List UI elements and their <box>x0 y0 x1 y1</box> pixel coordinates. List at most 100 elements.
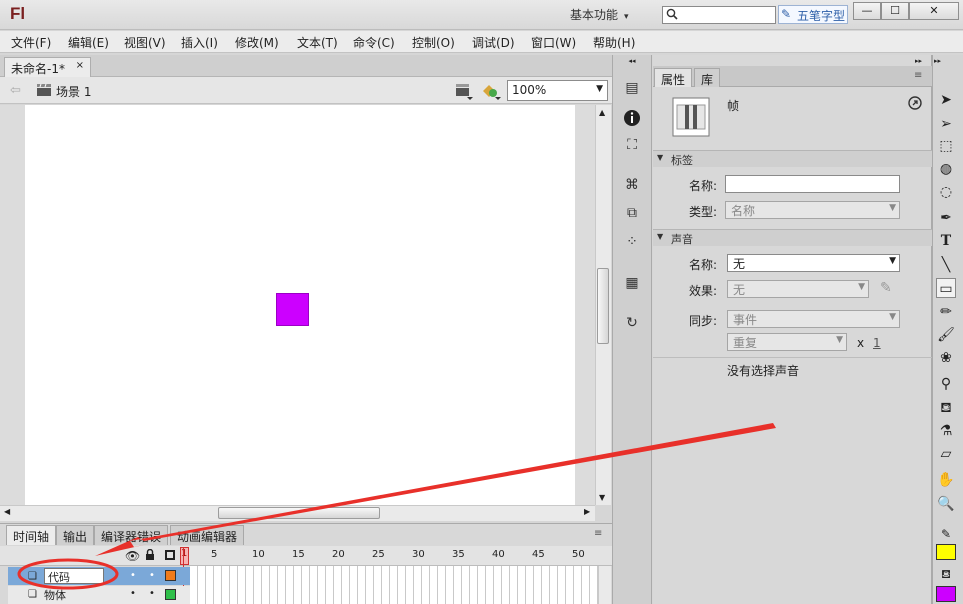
pencil-tool-icon[interactable]: ✏ <box>936 302 956 322</box>
code-snippets-icon[interactable]: ⌘ <box>622 177 642 197</box>
scene-label[interactable]: 场景 1 <box>56 83 91 100</box>
expand-icon[interactable]: ▸▸ <box>934 57 941 65</box>
lasso-tool-icon[interactable]: ◌ <box>936 182 956 202</box>
library-icon[interactable]: ▦ <box>622 275 642 295</box>
hand-tool-icon[interactable]: ✋ <box>936 470 956 490</box>
history-icon[interactable]: ↻ <box>622 315 642 335</box>
pen-tool-icon[interactable]: ✒ <box>936 208 956 228</box>
text-tool-icon[interactable]: T <box>936 231 956 251</box>
repeat-times-label: x <box>857 336 865 350</box>
repeat-count[interactable]: 1 <box>873 336 881 350</box>
layer-lock-dot[interactable]: • <box>149 570 155 581</box>
label-name-input[interactable] <box>725 175 900 193</box>
frame-number-10: 10 <box>252 549 265 560</box>
tab-library[interactable]: 库 <box>694 68 721 87</box>
section-label-header[interactable]: 标签 <box>653 150 932 167</box>
stroke-color-swatch[interactable] <box>936 544 956 560</box>
tab-timeline[interactable]: 时间轴 <box>6 525 57 545</box>
label-type-select[interactable]: 名称 ▼ <box>725 201 900 219</box>
align-icon[interactable]: ▤ <box>622 80 642 100</box>
selection-tool-icon[interactable]: ➤ <box>936 90 956 110</box>
menu-view[interactable]: 视图(V) <box>124 34 166 51</box>
timeline-header <box>0 546 612 566</box>
sound-name-select[interactable]: 无 ▼ <box>727 254 900 272</box>
paint-bucket-tool-icon[interactable]: ⛾ <box>936 398 956 418</box>
timeline-scrollbar[interactable] <box>598 566 611 604</box>
zoom-select[interactable]: 100% ▼ <box>507 80 608 101</box>
menu-control[interactable]: 控制(O) <box>412 34 455 51</box>
3d-rotation-tool-icon[interactable]: ◍ <box>936 159 956 179</box>
expand-icon[interactable]: ▸▸ <box>915 57 922 65</box>
subselection-tool-icon[interactable]: ➢ <box>936 114 956 134</box>
bone-tool-icon[interactable]: ⚲ <box>936 374 956 394</box>
zoom-tool-icon[interactable]: 🔍 <box>936 494 956 514</box>
repeat-value: 重复 <box>733 336 758 350</box>
menu-window[interactable]: 窗口(W) <box>531 34 576 51</box>
maximize-button[interactable]: ☐ <box>881 2 909 20</box>
layer-name[interactable]: 物体 <box>44 587 66 603</box>
menu-insert[interactable]: 插入(I) <box>181 34 218 51</box>
edit-symbols-icon[interactable] <box>481 82 501 100</box>
layer-visible-dot[interactable]: • <box>130 570 136 581</box>
eyedropper-tool-icon[interactable]: ⚗ <box>936 421 956 441</box>
workspace-switcher[interactable]: 基本功能 ▾ <box>570 6 629 26</box>
motion-presets-icon[interactable]: ⁘ <box>622 234 642 254</box>
menu-edit[interactable]: 编辑(E) <box>68 34 109 51</box>
deco-tool-icon[interactable]: ❀ <box>936 348 956 368</box>
menu-modify[interactable]: 修改(M) <box>235 34 279 51</box>
scene-clapper-icon <box>37 83 51 96</box>
info-icon[interactable] <box>622 109 642 129</box>
line-tool-icon[interactable]: ╲ <box>936 255 956 275</box>
frame-number-30: 30 <box>412 549 425 560</box>
help-search-box[interactable] <box>662 6 776 24</box>
scroll-left-icon[interactable]: ◀ <box>4 507 10 516</box>
repeat-select[interactable]: 重复 ▼ <box>727 333 847 351</box>
layer-name-input[interactable]: 代码 <box>44 568 104 584</box>
menu-commands[interactable]: 命令(C) <box>353 34 395 51</box>
effect-select[interactable]: 无 ▼ <box>727 280 869 298</box>
help-search-input[interactable] <box>663 7 775 23</box>
back-arrow-icon[interactable]: ⇦ <box>10 83 21 98</box>
minimize-button[interactable]: — <box>853 2 881 20</box>
eye-icon[interactable]: 👁 <box>125 549 140 563</box>
menu-text[interactable]: 文本(T) <box>297 34 338 51</box>
frame-grid[interactable] <box>190 566 598 604</box>
stage-square-shape[interactable] <box>276 293 309 326</box>
scroll-down-icon[interactable]: ▼ <box>599 493 605 502</box>
vertical-scroll-thumb[interactable] <box>597 268 609 344</box>
edit-scene-icon[interactable] <box>455 82 473 100</box>
brush-tool-icon[interactable]: 🖌 <box>936 325 956 345</box>
panel-menu-icon[interactable]: ≡ <box>914 70 922 81</box>
tab-motion-editor[interactable]: 动画编辑器 <box>170 525 245 545</box>
outline-toggle-icon[interactable] <box>165 550 175 560</box>
section-sound-header[interactable]: 声音 <box>653 229 932 246</box>
layer-outline-swatch[interactable] <box>165 589 176 600</box>
collapse-icon[interactable]: ◂◂ <box>612 57 652 65</box>
edit-envelope-icon[interactable]: ✎ <box>880 280 892 296</box>
tab-compiler-errors[interactable]: 编译器错误 <box>94 525 169 545</box>
tab-properties[interactable]: 属性 <box>654 68 693 87</box>
eraser-tool-icon[interactable]: ▱ <box>936 444 956 464</box>
free-transform-tool-icon[interactable]: ⬚ <box>936 136 956 156</box>
layer-lock-dot[interactable]: • <box>149 588 155 599</box>
horizontal-scroll-thumb[interactable] <box>218 507 380 519</box>
help-link-icon[interactable] <box>908 96 922 110</box>
close-button[interactable]: ✕ <box>909 2 959 20</box>
close-icon[interactable]: × <box>76 60 84 71</box>
components-icon[interactable]: ⧉ <box>622 205 642 225</box>
scroll-right-icon[interactable]: ▶ <box>584 507 590 516</box>
layer-outline-swatch[interactable] <box>165 570 176 581</box>
lock-icon[interactable] <box>145 548 155 560</box>
panel-menu-icon[interactable]: ≡ <box>594 528 602 539</box>
menu-debug[interactable]: 调试(D) <box>472 34 515 51</box>
transform-icon[interactable]: ⛶ <box>622 137 642 157</box>
tab-output[interactable]: 输出 <box>56 525 95 545</box>
layer-visible-dot[interactable]: • <box>130 588 136 599</box>
scroll-up-icon[interactable]: ▲ <box>599 108 605 117</box>
sync-select[interactable]: 事件 ▼ <box>727 310 900 328</box>
rectangle-tool-icon[interactable]: ▭ <box>936 278 956 298</box>
menu-help[interactable]: 帮助(H) <box>593 34 635 51</box>
fill-color-swatch[interactable] <box>936 586 956 602</box>
document-tab[interactable]: 未命名-1* × <box>4 57 91 77</box>
menu-file[interactable]: 文件(F) <box>11 34 51 51</box>
